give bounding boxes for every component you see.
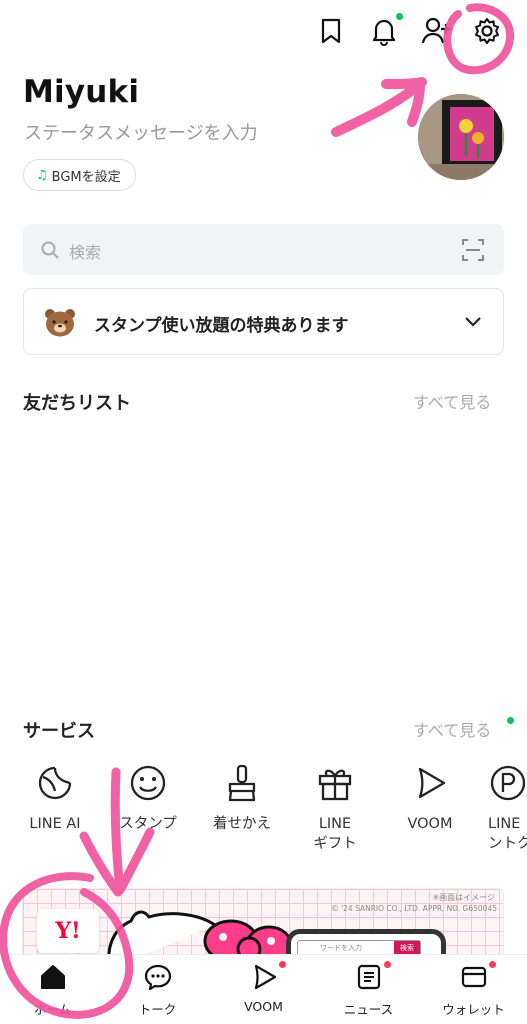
bell-icon (372, 19, 396, 46)
avatar[interactable] (418, 94, 504, 180)
tab-label: ニュース (343, 1002, 394, 1017)
home-icon (40, 965, 65, 989)
service-label: スタンプ (119, 816, 177, 832)
search-placeholder: 検索 (69, 243, 102, 262)
chat-icon (144, 964, 171, 991)
gear-icon (475, 18, 499, 44)
service-themes[interactable]: 着せかえ (195, 762, 289, 834)
tab-talk[interactable]: トーク (105, 961, 210, 1018)
profile-name[interactable]: Miyuki (23, 74, 139, 110)
brown-bear-icon (45, 309, 75, 337)
banner-copyright: © '24 SANRIO CO., LTD. APPR. NO. G650045 (331, 904, 497, 913)
voom-tab-icon (254, 964, 276, 990)
notifications-button[interactable] (367, 13, 403, 48)
service-voom[interactable]: VOOM (383, 762, 477, 834)
service-label: VOOM (407, 816, 453, 832)
bgm-button[interactable]: ♫ BGMを設定 (23, 159, 136, 191)
search-bar[interactable]: 検索 (23, 224, 504, 275)
bottom-tab-bar: ホーム トーク VOOM ニュース ウォレット (0, 954, 527, 1024)
notification-dot (396, 13, 403, 20)
tab-home[interactable]: ホーム (0, 961, 105, 1018)
point-icon (490, 765, 526, 801)
tab-label: ウォレット (442, 1002, 505, 1017)
tab-label: ホーム (33, 1002, 72, 1017)
service-line-ai[interactable]: LINE AI (8, 762, 102, 834)
bookmark-icon (321, 18, 341, 44)
service-gift[interactable]: LINE ギフト (288, 762, 382, 854)
smiley-icon (130, 765, 166, 801)
yahoo-logo: Y! (37, 909, 99, 953)
settings-arrow-annotation (331, 77, 427, 137)
voom-icon (418, 767, 446, 799)
service-label: LINE ントク (488, 816, 527, 852)
services-see-all-link[interactable]: すべて見る (413, 717, 491, 741)
line-ai-icon (38, 766, 72, 800)
wallet-icon (461, 966, 486, 988)
promo-text: スタンプ使い放題の特典あります (94, 316, 349, 336)
service-label: LINE AI (29, 816, 81, 832)
bgm-label: BGMを設定 (51, 169, 121, 185)
services-title: サービス (23, 721, 95, 742)
music-note-icon: ♫ (36, 167, 48, 183)
mock-search-placeholder: ワードを入力 (320, 944, 362, 952)
friends-list-title: 友だちリスト (23, 393, 131, 414)
search-icon (41, 241, 59, 259)
tab-news[interactable]: ニュース (316, 961, 421, 1018)
add-friend-button[interactable] (420, 14, 454, 48)
friends-see-all-link[interactable]: すべて見る (413, 389, 491, 413)
banner-note: ※画面はイメージ (432, 893, 495, 902)
service-label: 着せかえ (213, 816, 271, 832)
tab-wallet[interactable]: ウォレット (421, 961, 526, 1018)
settings-button[interactable] (470, 14, 504, 48)
tab-voom[interactable]: VOOM (211, 961, 316, 1014)
tab-label: VOOM (244, 999, 283, 1014)
news-icon (357, 964, 380, 990)
tab-label: トーク (138, 1002, 177, 1017)
brush-icon (228, 764, 256, 802)
service-stamp[interactable]: スタンプ (101, 762, 195, 834)
services-new-dot (507, 717, 514, 724)
qr-scan-icon[interactable] (462, 239, 484, 261)
service-label: LINE ギフト (313, 816, 357, 852)
mock-search-button: 検索 (394, 941, 420, 955)
status-message-input[interactable]: ステータスメッセージを入力 (24, 119, 258, 145)
service-point[interactable]: LINE ントク (478, 762, 527, 854)
chevron-down-icon[interactable] (464, 316, 482, 328)
add-friend-icon (421, 17, 451, 44)
gift-icon (318, 769, 352, 801)
sticker-promo-banner[interactable]: スタンプ使い放題の特典あります (23, 288, 504, 355)
bookmark-button[interactable] (314, 14, 348, 48)
